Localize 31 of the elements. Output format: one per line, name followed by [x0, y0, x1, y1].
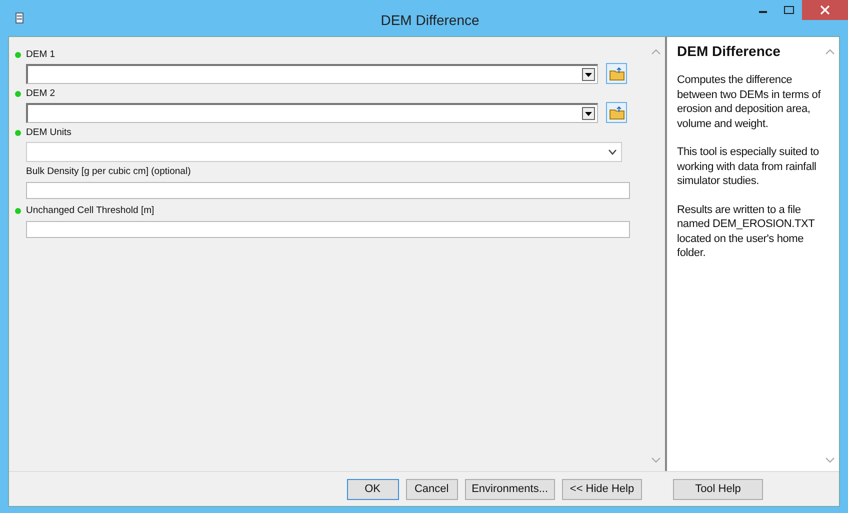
dialog-button[interactable]: << Hide Help [562, 478, 642, 500]
dropdown-field[interactable] [26, 142, 622, 162]
window-title: DEM Difference [380, 11, 480, 28]
scroll-up-icon[interactable] [651, 49, 661, 55]
dialog-button[interactable]: Cancel [406, 478, 458, 500]
scroll-down-icon[interactable] [825, 457, 835, 463]
combo-field[interactable] [26, 64, 598, 84]
parameter-label: Unchanged Cell Threshold [m] [26, 205, 154, 216]
help-paragraph: This tool is especially suited to working with data from rainfall simulator studies. [677, 145, 820, 188]
parameter-label: DEM 1 [26, 49, 56, 60]
app-icon [14, 11, 26, 25]
browse-button[interactable] [606, 102, 627, 123]
tool-help-button[interactable]: Tool Help [673, 478, 763, 500]
input-field[interactable] [26, 182, 630, 199]
parameter-label: DEM Units [26, 127, 72, 138]
help-title: DEM Difference [677, 43, 782, 59]
scroll-down-icon[interactable] [651, 457, 661, 463]
combo-field[interactable] [26, 102, 598, 122]
dialog-button[interactable]: Environments... [464, 478, 555, 500]
help-paragraph: Results are written to a file named DEM_EROSION.TXT located on the user's home folder. [677, 202, 816, 260]
parameter-label: Bulk Density [g per cubic cm] (optional) [26, 166, 191, 177]
folder-icon [608, 106, 624, 120]
close-icon[interactable] [802, 0, 848, 20]
input-field[interactable] [26, 221, 630, 238]
folder-icon [608, 66, 624, 80]
help-paragraph: Computes the difference between two DEMs in terms of erosion and deposition area, volume and weight. [677, 73, 821, 131]
parameter-label: DEM 2 [26, 88, 56, 99]
scroll-up-icon[interactable] [825, 49, 835, 55]
browse-button[interactable] [606, 63, 627, 84]
dialog-button[interactable]: OK [346, 478, 399, 500]
chevron-down-icon [608, 148, 617, 154]
